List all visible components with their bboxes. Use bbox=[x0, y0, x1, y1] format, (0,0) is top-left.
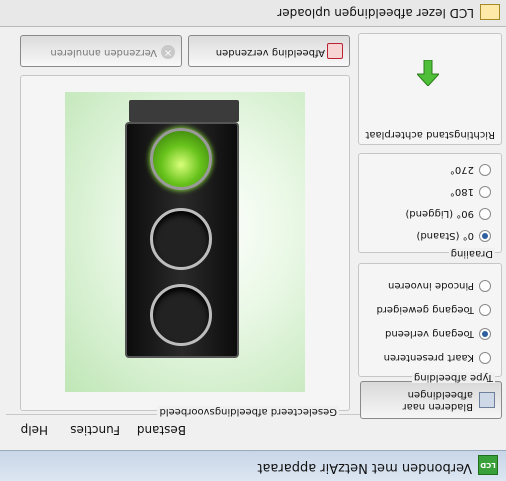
browse-images-label: Bladeren naar afbeeldingen bbox=[402, 389, 473, 412]
traffic-light-hood bbox=[129, 100, 239, 122]
rotation-group: Draaiing 0° (Staand) 90° (Liggend) 180° … bbox=[358, 153, 502, 259]
traffic-light bbox=[125, 122, 239, 358]
radio-rotation-90[interactable]: 90° (Liggend) bbox=[405, 208, 491, 220]
radio-type-access-denied[interactable]: Toegang geweigerd bbox=[377, 304, 491, 316]
title-bar: LCD Verbonden met NetzAir apparaat bbox=[0, 450, 506, 481]
radio-type-access-granted[interactable]: Toegang verleend bbox=[385, 328, 491, 340]
radio-dot-selected bbox=[479, 230, 491, 242]
rotation-label: Draaiing bbox=[448, 248, 495, 259]
radio-label: Toegang verleend bbox=[385, 328, 474, 339]
lcd-status-icon bbox=[480, 4, 500, 20]
menu-bar: Bestand ✂ Functies Help bbox=[0, 384, 506, 441]
radio-dot bbox=[479, 208, 491, 220]
radio-label: Pincode invoeren bbox=[388, 280, 474, 291]
lcd-app-icon: LCD bbox=[478, 455, 498, 475]
status-text: LCD lezer afbeeldingen uploader bbox=[277, 6, 474, 20]
send-image-button[interactable]: Afbeelding verzenden bbox=[188, 35, 350, 67]
send-image-label: Afbeelding verzenden bbox=[215, 47, 325, 58]
app-window: LCD Verbonden met NetzAir apparaat Besta… bbox=[0, 0, 506, 481]
traffic-light-lamp-middle bbox=[150, 208, 212, 270]
image-type-label: Type afbeelding bbox=[411, 372, 495, 383]
radio-label: 270° bbox=[449, 164, 474, 175]
traffic-light-lamp-green bbox=[150, 128, 212, 190]
folder-image-icon bbox=[479, 392, 495, 408]
radio-dot bbox=[479, 352, 491, 364]
radio-label: Kaart presenteren bbox=[383, 352, 474, 363]
radio-label: Toegang geweigerd bbox=[376, 304, 474, 315]
cancel-x-icon: × bbox=[161, 45, 175, 59]
radio-rotation-270[interactable]: 270° bbox=[450, 164, 491, 176]
radio-label: 90° (Liggend) bbox=[405, 208, 474, 219]
radio-type-present-card[interactable]: Kaart presenteren bbox=[384, 352, 491, 364]
radio-dot bbox=[479, 304, 491, 316]
preview-image bbox=[65, 92, 305, 392]
traffic-light-lamp-bottom bbox=[150, 284, 212, 346]
menu-file[interactable]: Bestand bbox=[137, 423, 186, 437]
arrow-up-icon[interactable] bbox=[417, 60, 439, 86]
radio-dot-selected bbox=[479, 328, 491, 340]
radio-dot bbox=[479, 280, 491, 292]
radio-rotation-180[interactable]: 180° bbox=[450, 186, 491, 198]
backplate-orientation-label: Richtingstand achterplaat bbox=[365, 129, 495, 140]
window-title: Verbonden met NetzAir apparaat bbox=[257, 460, 472, 475]
radio-label: 0° (Staand) bbox=[416, 230, 474, 241]
status-bar: LCD lezer afbeeldingen uploader bbox=[0, 0, 506, 27]
radio-type-enter-pin[interactable]: Pincode invoeren bbox=[388, 280, 491, 292]
image-type-group: Type afbeelding Kaart presenteren Toegan… bbox=[358, 263, 502, 383]
menu-help[interactable]: Help bbox=[21, 423, 48, 437]
menu-functions[interactable]: Functies bbox=[70, 423, 120, 437]
radio-dot bbox=[479, 186, 491, 198]
image-preview-group: Geselecteerd afbeeldingsvoorbeeld bbox=[20, 75, 350, 417]
send-image-icon bbox=[327, 43, 343, 59]
cancel-send-button[interactable]: × Verzenden annuleren bbox=[20, 35, 182, 67]
radio-label: 180° bbox=[449, 186, 474, 197]
radio-dot bbox=[479, 164, 491, 176]
radio-rotation-0[interactable]: 0° (Staand) bbox=[416, 230, 491, 242]
browse-images-button[interactable]: Bladeren naar afbeeldingen bbox=[360, 381, 502, 419]
backplate-orientation-panel: Richtingstand achterplaat bbox=[358, 33, 502, 145]
image-preview-label: Geselecteerd afbeeldingsvoorbeeld bbox=[157, 406, 339, 417]
cancel-send-label: Verzenden annuleren bbox=[50, 47, 157, 58]
